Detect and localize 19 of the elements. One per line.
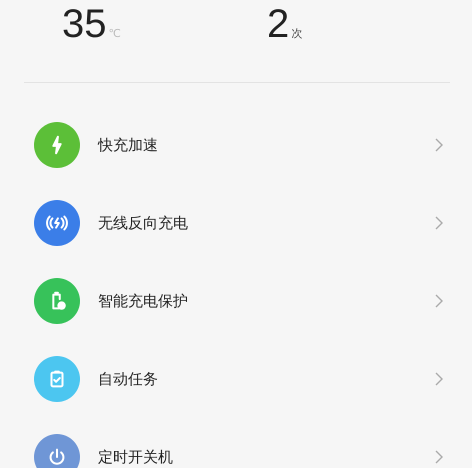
stat-unit: ℃ [108, 27, 121, 40]
chevron-right-icon [434, 371, 444, 387]
row-label: 快充加速 [98, 136, 159, 154]
settings-row[interactable]: 快充加速 [0, 122, 472, 168]
row-label: 定时开关机 [98, 448, 174, 466]
chevron-right-icon [434, 215, 444, 231]
row-label: 智能充电保护 [98, 292, 189, 310]
row-label: 自动任务 [98, 370, 159, 388]
settings-row[interactable]: 自动任务 [0, 356, 472, 402]
settings-row[interactable]: 无线反向充电 [0, 200, 472, 246]
chevron-right-icon [434, 449, 444, 465]
stat-value: 35 [62, 2, 106, 46]
settings-row[interactable]: 智能充电保护 [0, 278, 472, 324]
settings-row[interactable]: 定时开关机 [0, 434, 472, 468]
chevron-right-icon [434, 137, 444, 153]
stat-unit: 次 [291, 26, 302, 41]
stat-value: 2 [267, 2, 290, 46]
chevron-right-icon [434, 293, 444, 309]
row-label: 无线反向充电 [98, 214, 189, 232]
